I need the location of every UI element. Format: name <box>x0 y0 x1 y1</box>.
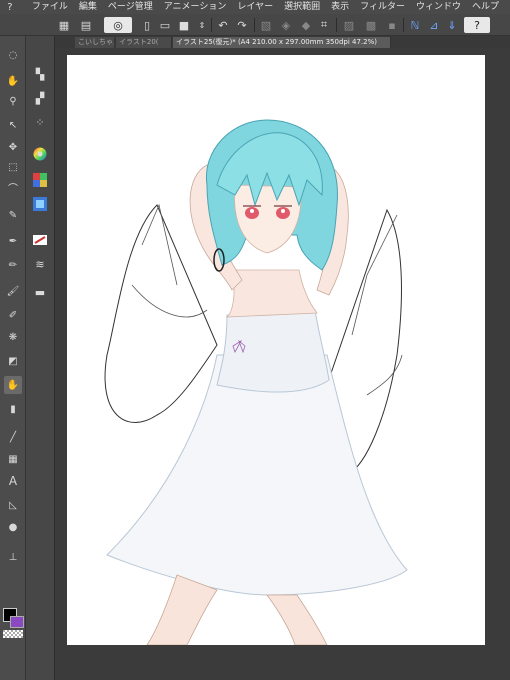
layers-icon[interactable]: ≋ <box>30 254 50 274</box>
lasso-icon[interactable]: ⌒ <box>4 178 22 196</box>
frame-icon[interactable]: ▦ <box>4 450 22 468</box>
menu-filter[interactable]: フィルター <box>360 0 405 14</box>
color-set-icon[interactable] <box>30 170 50 190</box>
menu-bar: ? ファイル 編集 ページ管理 アニメーション レイヤー 選択範囲 表示 フィル… <box>0 0 510 14</box>
app-logo-icon[interactable]: ? <box>2 2 18 13</box>
blend-icon[interactable]: ✋ <box>4 376 22 394</box>
eyedropper-icon[interactable]: ✎ <box>4 206 22 224</box>
open-file-icon[interactable]: ▭ <box>157 17 173 33</box>
circle-dot-icon[interactable]: ◌ <box>4 46 22 64</box>
brush-icon[interactable]: 🖌 <box>4 282 22 300</box>
grid-snap-icon[interactable]: ⇓ <box>444 17 460 33</box>
illustration-artwork <box>104 119 408 645</box>
document-tab-bar: こいしちゃん イラスト20( イラスト25(復元)* (A4 210.00 x … <box>55 36 510 48</box>
move-hand-icon[interactable]: ✋ <box>4 72 22 90</box>
menu-layer[interactable]: レイヤー <box>237 0 273 14</box>
balloon-icon[interactable]: ● <box>4 518 22 536</box>
updown-icon[interactable]: ⇕ <box>194 17 210 33</box>
separator <box>211 18 212 32</box>
operation-icon[interactable]: ↖ <box>4 116 22 134</box>
correct-line-icon[interactable]: ⊥ <box>4 548 22 566</box>
undo-icon[interactable]: ↶ <box>215 17 231 33</box>
ruler-snap-icon[interactable]: ℕ <box>407 17 423 33</box>
menu-view[interactable]: 表示 <box>331 0 349 14</box>
gradient-icon[interactable]: ▮ <box>4 400 22 418</box>
menu-help[interactable]: ヘルプ <box>472 0 499 14</box>
tool-property-icon[interactable]: ▞ <box>30 88 50 108</box>
ruler-icon[interactable]: ◺ <box>4 496 22 514</box>
menu-file[interactable]: ファイル <box>32 0 68 14</box>
tool-palette: ◌ ✋ ⚲ ↖ ✥ ⬚ ⌒ ✎ ✒ ✏ 🖌 ✐ ❋ ◩ ✋ ▮ ╱ ▦ A ◺ … <box>0 36 26 680</box>
invert-selection-icon[interactable]: ▩ <box>363 17 379 33</box>
pen-icon[interactable]: ✒ <box>4 232 22 250</box>
navigator-icon[interactable] <box>30 230 50 250</box>
new-canvas-icon[interactable]: ▤ <box>78 17 94 33</box>
redo-icon[interactable]: ↷ <box>234 17 250 33</box>
crop-icon[interactable]: ⌗ <box>316 17 332 33</box>
menu-edit[interactable]: 編集 <box>79 0 97 14</box>
figure-icon[interactable]: ╱ <box>4 428 22 446</box>
special-ruler-icon[interactable]: ⊿ <box>426 17 442 33</box>
zoom-icon[interactable]: ⚲ <box>4 92 22 110</box>
clear-selection-icon[interactable]: ▧ <box>258 17 274 33</box>
transparent-color-swatch[interactable] <box>3 630 23 638</box>
move-layer-icon[interactable]: ✥ <box>4 138 22 156</box>
clip-studio-window: ? ファイル 編集 ページ管理 アニメーション レイヤー 選択範囲 表示 フィル… <box>0 0 510 680</box>
clip-studio-icon[interactable]: ◎ <box>104 17 132 33</box>
menu-page[interactable]: ページ管理 <box>108 0 153 14</box>
eraser-icon[interactable]: ◩ <box>4 352 22 370</box>
tab-illust25-active[interactable]: イラスト25(復元)* (A4 210.00 x 297.00mm 350dpi… <box>173 37 391 48</box>
sub-palette-strip: Q ▚ ▞ ⁘ ≋ ▬ <box>26 36 75 680</box>
tab-illust20[interactable]: イラスト20( <box>116 37 172 48</box>
menu-animation[interactable]: アニメーション <box>164 0 227 14</box>
canvas-paper[interactable] <box>67 55 485 645</box>
help-label: ? <box>474 18 480 32</box>
transform-icon[interactable]: ◈ <box>278 17 294 33</box>
menu-window[interactable]: ウィンドウ <box>416 0 461 14</box>
text-icon[interactable]: A <box>4 472 22 490</box>
deselect-icon[interactable]: ▪ <box>384 17 400 33</box>
grid-layout-icon[interactable]: ▦ <box>56 17 72 33</box>
tab-koishi[interactable]: こいしちゃん <box>75 37 115 48</box>
sub-color-swatch[interactable] <box>10 616 24 628</box>
new-file-icon[interactable]: ▯ <box>139 17 155 33</box>
separator <box>336 18 337 32</box>
help-button[interactable]: ? <box>464 17 490 33</box>
separator <box>254 18 255 32</box>
fill-selection-icon[interactable]: ◆ <box>298 17 314 33</box>
color-wheel-icon[interactable] <box>30 144 50 164</box>
folder-icon[interactable]: ▬ <box>30 282 50 302</box>
decoration-icon[interactable]: ❋ <box>4 328 22 346</box>
save-icon[interactable]: ■ <box>176 17 192 33</box>
command-bar: ▦ ▤ ◎ ▯ ▭ ■ ⇕ ↶ ↷ ▧ ◈ ◆ ⌗ ▨ ▩ ▪ ℕ ⊿ ⇓ ? <box>0 14 510 36</box>
subtool-icon[interactable]: ▚ <box>30 64 50 84</box>
menu-selection[interactable]: 選択範囲 <box>284 0 320 14</box>
intermediate-color-icon[interactable] <box>30 194 50 214</box>
pencil-icon[interactable]: ✏ <box>4 256 22 274</box>
brush-size-icon[interactable]: ⁘ <box>30 112 50 132</box>
airbrush-icon[interactable]: ✐ <box>4 306 22 324</box>
select-all-icon[interactable]: ▨ <box>341 17 357 33</box>
selection-icon[interactable]: ⬚ <box>4 158 22 176</box>
separator <box>403 18 404 32</box>
